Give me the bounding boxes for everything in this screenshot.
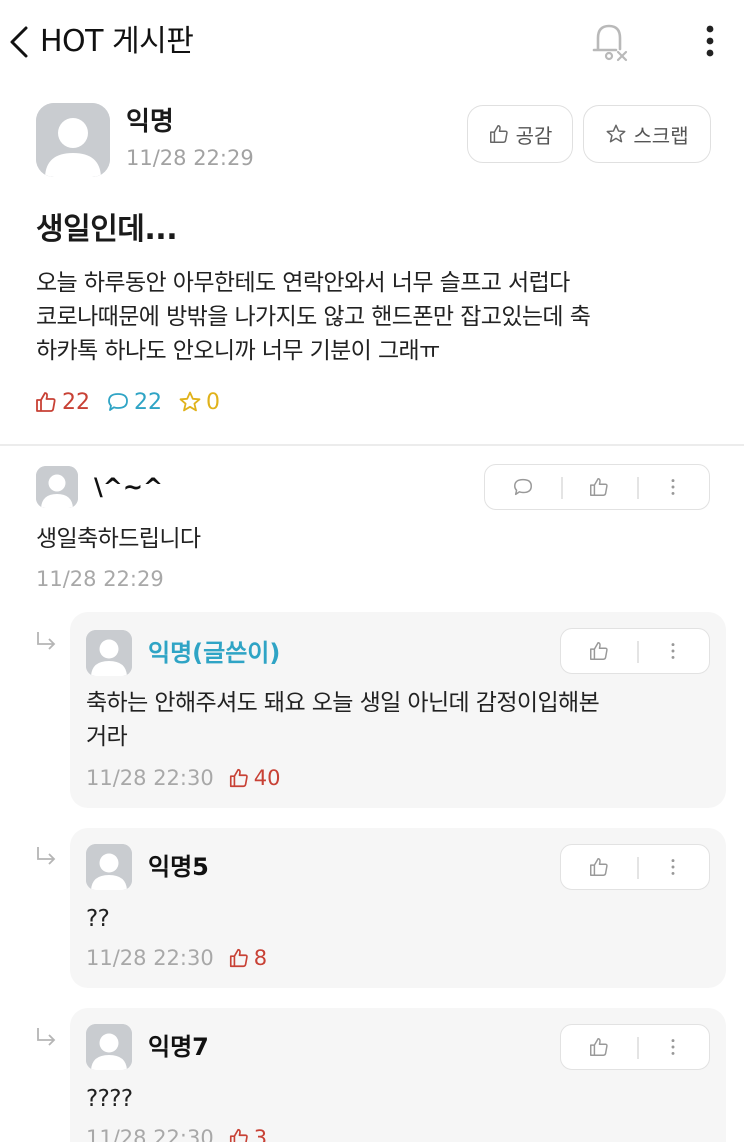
reply-item: 익명5 ?? 11/28 22:30 8 [70, 828, 726, 988]
post-timestamp: 11/28 22:29 [126, 146, 254, 170]
comment-like-button[interactable] [561, 465, 637, 509]
comment-more-button[interactable] [637, 465, 709, 509]
reply-arrow-icon [37, 847, 56, 865]
comment-author-name: \^~^ [94, 473, 164, 501]
reply-author-name: 익명(글쓴이) [148, 639, 281, 667]
scrap-button-label: 스크랩 [633, 123, 689, 148]
comment-count: 22 [106, 390, 162, 415]
reply-author-avatar [86, 844, 132, 890]
reply-more-button[interactable] [637, 629, 709, 673]
star-icon [179, 391, 201, 412]
comment-timestamp: 11/28 22:29 [36, 567, 164, 591]
avatar-icon [86, 630, 132, 676]
post-stats: 22 22 0 [34, 386, 236, 418]
reply-author-avatar [86, 1024, 132, 1070]
reply-timestamp: 11/28 22:30 [86, 1126, 214, 1142]
speech-bubble-icon [108, 393, 128, 411]
reply-author-avatar [86, 630, 132, 676]
reply-like-button[interactable] [561, 1025, 637, 1069]
thumbs-up-icon [590, 1038, 608, 1056]
reply-meta: 11/28 22:30 40 [86, 764, 280, 792]
thumbs-up-icon [36, 392, 56, 412]
more-vertical-icon [671, 859, 675, 875]
scrap-button[interactable]: 스크랩 [583, 105, 711, 163]
like-button[interactable]: 공감 [467, 105, 573, 163]
reply-timestamp: 11/28 22:30 [86, 766, 214, 790]
post-body: 오늘 하루동안 아무한테도 연락안와서 너무 슬프고 서럽다 코로나때문에 방밖… [36, 266, 726, 368]
reply-item: 익명7 ???? 11/28 22:30 3 [70, 1008, 726, 1142]
back-button[interactable] [4, 22, 38, 62]
reply-author-name: 익명7 [148, 1033, 209, 1061]
avatar-icon [86, 1024, 132, 1070]
reply-meta: 11/28 22:30 3 [86, 1124, 267, 1142]
reply-like-count: 40 [228, 764, 281, 792]
top-bar: HOT 게시판 [0, 0, 744, 86]
reply-like-button[interactable] [561, 629, 637, 673]
thumbs-up-icon [229, 768, 248, 788]
reply-meta: 11/28 22:30 8 [86, 944, 267, 972]
chevron-left-icon [10, 26, 28, 58]
reply-text: 축하는 안해주셔도 돼요 오늘 생일 아닌데 감정이입해본 거라 [86, 686, 716, 754]
avatar-icon [86, 844, 132, 890]
section-divider [0, 444, 744, 446]
star-icon [606, 124, 626, 143]
thumbs-up-icon [229, 948, 248, 968]
reply-actions [560, 844, 710, 890]
thumbs-up-icon [229, 1128, 248, 1142]
bell-off-icon [592, 24, 628, 62]
notification-off-button[interactable] [584, 18, 634, 64]
more-vertical-icon [706, 25, 714, 57]
reply-like-count: 3 [228, 1124, 267, 1142]
post-body-line: 하카톡 하나도 안오니까 너무 기분이 그래ㅠ [36, 338, 440, 364]
reply-actions [560, 628, 710, 674]
avatar-icon [36, 103, 110, 177]
more-vertical-icon [671, 479, 675, 495]
more-vertical-icon [671, 643, 675, 659]
more-vertical-icon [671, 1039, 675, 1055]
thumbs-up-icon [590, 478, 608, 496]
reply-text-line: 축하는 안해주셔도 돼요 오늘 생일 아닌데 감정이입해본 [86, 690, 600, 716]
scrap-count-value: 0 [206, 389, 220, 415]
post-author-name: 익명 [126, 107, 174, 137]
comment-author-avatar [36, 466, 78, 508]
reply-text: ?? [86, 906, 110, 932]
more-options-button[interactable] [694, 18, 726, 64]
reply-item: 익명(글쓴이) 축하는 안해주셔도 돼요 오늘 생일 아닌데 감정이입해본 거라… [70, 612, 726, 808]
reply-like-count: 8 [228, 944, 267, 972]
reply-text: ???? [86, 1086, 133, 1112]
reply-actions [560, 1024, 710, 1070]
like-button-label: 공감 [515, 123, 553, 148]
post-body-line: 오늘 하루동안 아무한테도 연락안와서 너무 슬프고 서럽다 [36, 270, 570, 296]
reply-author-name: 익명5 [148, 853, 209, 881]
reply-text-line: 거라 [86, 724, 128, 750]
reply-arrow-icon [37, 632, 56, 650]
comment-count-value: 22 [134, 389, 162, 415]
thumbs-up-icon [590, 642, 608, 660]
reply-like-count-value: 8 [253, 946, 268, 970]
reply-button[interactable] [485, 465, 561, 509]
reply-more-button[interactable] [637, 1025, 709, 1069]
like-count: 22 [34, 390, 90, 415]
scrap-count: 0 [178, 390, 220, 415]
post-title: 생일인데... [36, 212, 178, 247]
like-count-value: 22 [62, 389, 90, 415]
post-body-line: 코로나때문에 방밖을 나가지도 않고 핸드폰만 잡고있는데 축 [36, 304, 591, 330]
reply-arrow-icon [37, 1028, 56, 1046]
reply-like-count-value: 40 [253, 766, 281, 790]
comment-meta: 11/28 22:29 [36, 565, 164, 593]
reply-more-button[interactable] [637, 845, 709, 889]
reply-like-count-value: 3 [253, 1126, 268, 1142]
board-title: HOT 게시판 [40, 24, 194, 59]
reply-timestamp: 11/28 22:30 [86, 946, 214, 970]
comment-text: 생일축하드립니다 [36, 526, 201, 552]
avatar-icon [36, 466, 78, 508]
comment-actions [484, 464, 710, 510]
thumbs-up-icon [590, 858, 608, 876]
reply-like-button[interactable] [561, 845, 637, 889]
speech-bubble-icon [514, 478, 532, 496]
thumbs-up-icon [489, 125, 508, 143]
post-author-avatar [36, 103, 110, 177]
